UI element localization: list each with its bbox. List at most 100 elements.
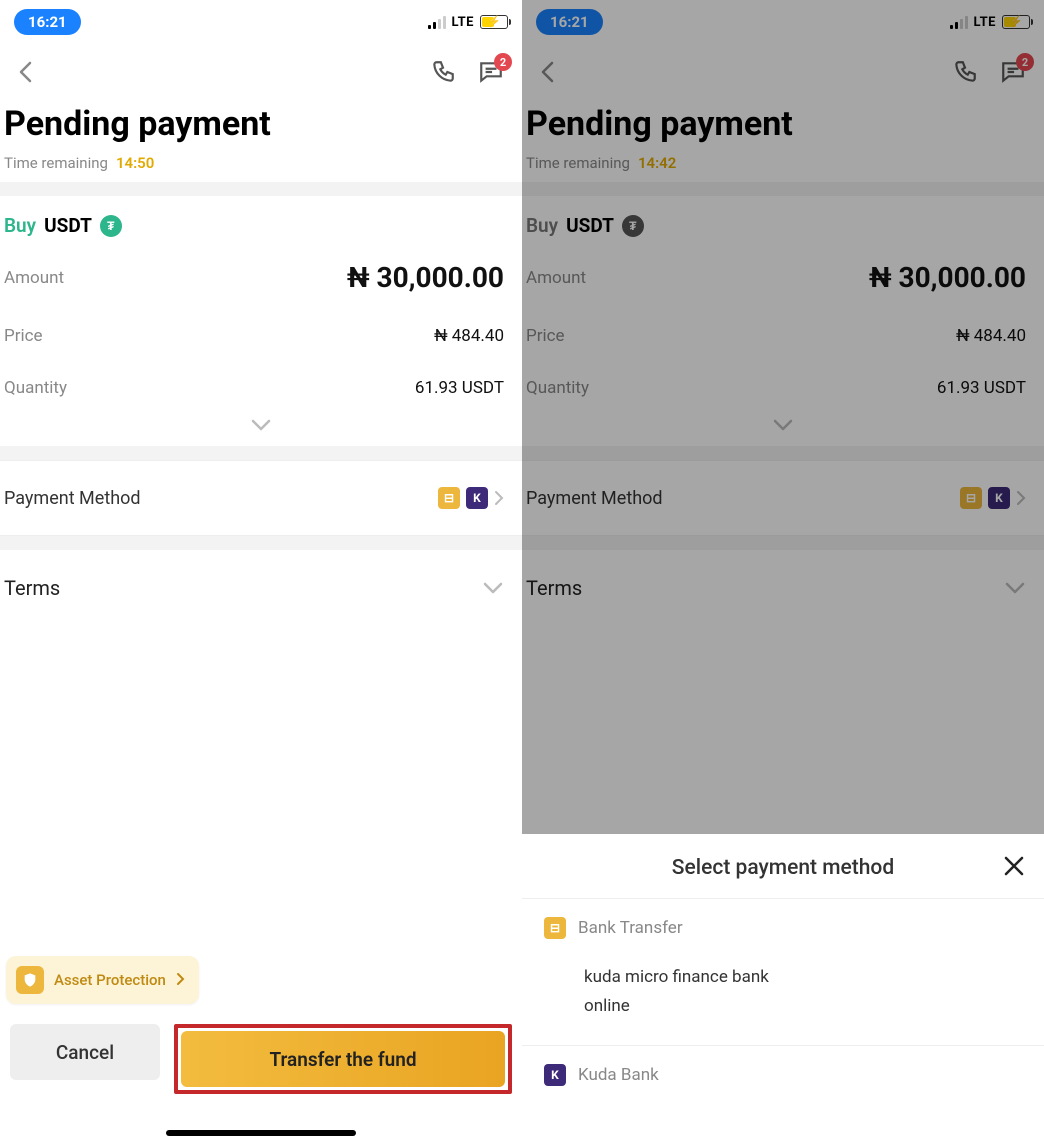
kuda-icon: K [988, 487, 1010, 509]
chat-badge: 2 [494, 53, 512, 71]
status-time: 16:21 [536, 9, 603, 35]
status-bar: 16:21 LTE ⚡ [522, 0, 1044, 44]
time-remaining-value: 14:50 [116, 154, 154, 172]
bank-transfer-icon: ⊟ [544, 917, 566, 939]
asset-protection-pill[interactable]: Asset Protection [6, 956, 199, 1004]
separator [0, 182, 522, 196]
quantity-row: Quantity 61.93 USDT [522, 362, 1044, 414]
price-value: ₦ 484.40 [956, 326, 1026, 346]
chat-badge: 2 [1016, 53, 1034, 71]
signal-icon [950, 15, 968, 29]
network-label: LTE [974, 15, 996, 30]
separator [522, 182, 1044, 196]
price-row: Price ₦ 484.40 [522, 310, 1044, 362]
bank-transfer-icon: ⊟ [960, 487, 982, 509]
payment-option-label: Bank Transfer [578, 918, 683, 938]
phone-icon[interactable] [430, 59, 456, 85]
terms-label: Terms [0, 576, 60, 600]
title-block: Pending payment Time remaining 14:42 [522, 100, 1044, 182]
separator [0, 446, 522, 460]
asset-protection-label: Asset Protection [54, 971, 166, 989]
asset-label: USDT [566, 214, 614, 237]
nav-row: 2 [0, 44, 522, 100]
payment-method-label: Payment Method [522, 488, 663, 509]
bank-transfer-detail-line2: online [584, 992, 1022, 1021]
bank-transfer-icon: ⊟ [438, 487, 460, 509]
side-label: Buy [522, 214, 558, 237]
chat-icon[interactable]: 2 [1000, 59, 1026, 85]
price-value: ₦ 484.40 [434, 326, 504, 346]
title-block: Pending payment Time remaining 14:50 [0, 100, 522, 182]
quantity-label: Quantity [0, 378, 67, 398]
close-icon[interactable] [1002, 854, 1026, 882]
sheet-header: Select payment method [522, 834, 1044, 899]
time-remaining-label: Time remaining [4, 154, 108, 172]
screen-left: 16:21 LTE ⚡ 2 Pending payment Time remai… [0, 0, 522, 1144]
quantity-value: 61.93 USDT [415, 378, 504, 398]
battery-icon: ⚡ [480, 15, 508, 29]
highlight-box: Transfer the fund [174, 1024, 512, 1094]
shield-icon [16, 966, 44, 994]
home-indicator[interactable] [166, 1130, 356, 1136]
terms-row[interactable]: Terms [522, 550, 1044, 626]
amount-row: Amount ₦ 30,000.00 [522, 245, 1044, 310]
signal-icon [428, 15, 446, 29]
payment-method-sheet: Select payment method ⊟ Bank Transfer ku… [522, 834, 1044, 1144]
chat-icon[interactable]: 2 [478, 59, 504, 85]
kuda-icon: K [544, 1064, 566, 1086]
payment-option-label: Kuda Bank [578, 1065, 659, 1085]
quantity-value: 61.93 USDT [937, 378, 1026, 398]
payment-option-bank-transfer[interactable]: ⊟ Bank Transfer [522, 899, 1044, 957]
terms-row[interactable]: Terms [0, 550, 522, 626]
price-label: Price [0, 326, 43, 346]
battery-icon: ⚡ [1002, 15, 1030, 29]
separator [522, 446, 1044, 460]
chevron-down-icon [772, 418, 794, 432]
screen-right: 16:21 LTE ⚡ 2 Pending payment Time remai… [522, 0, 1044, 1144]
tether-icon: ₮ [622, 215, 644, 237]
time-remaining-value: 14:42 [638, 154, 676, 172]
price-label: Price [522, 326, 565, 346]
quantity-label: Quantity [522, 378, 589, 398]
transfer-fund-button[interactable]: Transfer the fund [181, 1031, 505, 1087]
amount-label: Amount [522, 268, 586, 288]
tether-icon: ₮ [100, 215, 122, 237]
amount-row: Amount ₦ 30,000.00 [0, 245, 522, 310]
back-icon[interactable] [18, 61, 32, 83]
bank-transfer-detail[interactable]: kuda micro finance bank online [522, 957, 1044, 1046]
chevron-down-icon [250, 418, 272, 432]
page-title: Pending payment [0, 104, 504, 144]
time-remaining-label: Time remaining [526, 154, 630, 172]
chevron-down-icon [482, 581, 504, 595]
chevron-right-icon [176, 971, 185, 990]
terms-label: Terms [522, 576, 582, 600]
chevron-down-icon [1004, 581, 1026, 595]
back-icon[interactable] [540, 61, 554, 83]
status-right: LTE ⚡ [950, 15, 1030, 30]
amount-value: ₦ 30,000.00 [347, 261, 504, 294]
status-bar: 16:21 LTE ⚡ [0, 0, 522, 44]
payment-method-row[interactable]: Payment Method ⊟ K [0, 460, 522, 536]
network-label: LTE [452, 15, 474, 30]
buy-row: Buy USDT ₮ [0, 196, 522, 245]
payment-method-row[interactable]: Payment Method ⊟ K [522, 460, 1044, 536]
chevron-right-icon [494, 490, 504, 506]
cancel-button[interactable]: Cancel [10, 1024, 160, 1080]
status-time: 16:21 [14, 9, 81, 35]
bank-transfer-detail-line1: kuda micro finance bank [584, 967, 769, 987]
payment-method-icons: ⊟ K [438, 487, 504, 509]
payment-method-icons: ⊟ K [960, 487, 1026, 509]
expand-details[interactable] [522, 414, 1044, 446]
expand-details[interactable] [0, 414, 522, 446]
status-right: LTE ⚡ [428, 15, 508, 30]
page-title: Pending payment [522, 104, 1026, 144]
phone-icon[interactable] [952, 59, 978, 85]
amount-value: ₦ 30,000.00 [869, 261, 1026, 294]
payment-option-kuda[interactable]: K Kuda Bank [522, 1046, 1044, 1104]
sheet-title: Select payment method [672, 856, 894, 880]
quantity-row: Quantity 61.93 USDT [0, 362, 522, 414]
kuda-icon: K [466, 487, 488, 509]
asset-label: USDT [44, 214, 92, 237]
amount-label: Amount [0, 268, 64, 288]
separator [522, 536, 1044, 550]
